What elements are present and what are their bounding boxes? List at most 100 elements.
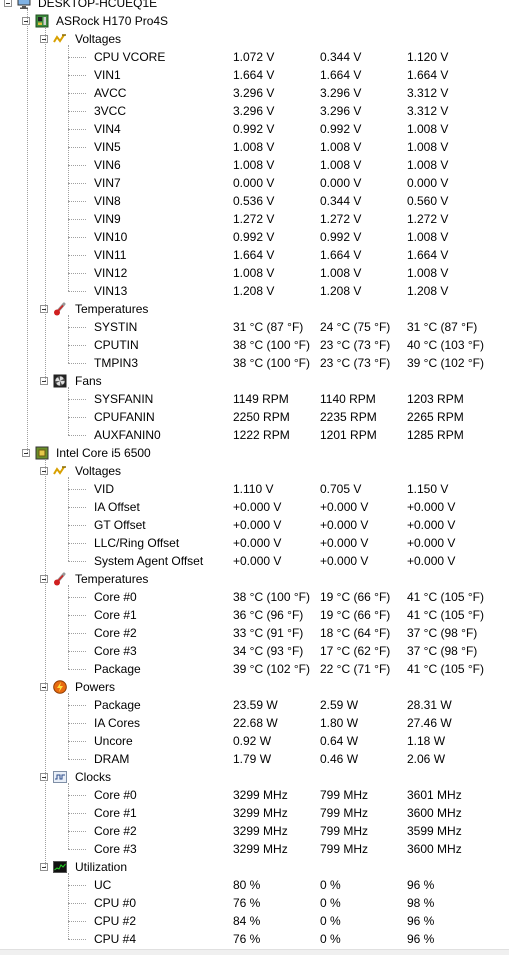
tree-connector — [68, 561, 86, 562]
sensor-value: 80 % — [233, 878, 261, 892]
sensor-row[interactable]: Package 39 °C (102 °F) 22 °C (71 °F) 41 °C … — [0, 660, 509, 678]
sensor-max: 3599 MHz — [407, 824, 462, 838]
sensor-name: Uncore — [94, 734, 133, 748]
sensor-row[interactable]: VIN8 0.536 V 0.344 V 0.560 V — [0, 192, 509, 210]
sensor-name: Package — [94, 662, 141, 676]
sensor-row[interactable]: GT Offset +0.000 V +0.000 V +0.000 V — [0, 516, 509, 534]
sensor-row[interactable]: TMPIN3 38 °C (100 °F) 23 °C (73 °F) 39 °C (… — [0, 354, 509, 372]
sensor-max: 41 °C (105 °F) — [407, 662, 484, 676]
sensor-max: 0.000 V — [407, 176, 449, 190]
sensor-value: 23.59 W — [233, 698, 278, 712]
cpu-icon — [35, 446, 49, 460]
sensor-row[interactable]: AUXFANIN0 1222 RPM 1201 RPM 1285 RPM — [0, 426, 509, 444]
sensor-value: +0.000 V — [233, 536, 282, 550]
tree-connector — [68, 903, 86, 904]
sensor-value: 39 °C (102 °F) — [233, 662, 310, 676]
sensor-row[interactable]: AVCC 3.296 V 3.296 V 3.312 V — [0, 84, 509, 102]
sensor-row[interactable]: VIN5 1.008 V 1.008 V 1.008 V — [0, 138, 509, 156]
sensor-row[interactable]: Uncore 0.92 W 0.64 W 1.18 W — [0, 732, 509, 750]
tree-node-powers[interactable]: Powers — [0, 678, 509, 696]
sensor-row[interactable]: LLC/Ring Offset +0.000 V +0.000 V +0.000 V — [0, 534, 509, 552]
sensor-row[interactable]: VID 1.110 V 0.705 V 1.150 V — [0, 480, 509, 498]
tree-node-utilization[interactable]: Utilization — [0, 858, 509, 876]
sensor-row[interactable]: IA Offset +0.000 V +0.000 V +0.000 V — [0, 498, 509, 516]
voltage-icon — [53, 32, 67, 46]
tree-node-clocks[interactable]: Clocks — [0, 768, 509, 786]
sensor-row[interactable]: CPU #0 76 % 0 % 98 % — [0, 894, 509, 912]
tree-node-temperatures[interactable]: Temperatures — [0, 300, 509, 318]
tree-connector — [68, 615, 86, 616]
sensor-name: AUXFANIN0 — [94, 428, 161, 442]
sensor-row[interactable]: System Agent Offset +0.000 V +0.000 V +0.00… — [0, 552, 509, 570]
sensor-row[interactable]: VIN9 1.272 V 1.272 V 1.272 V — [0, 210, 509, 228]
tree-connector — [44, 459, 46, 867]
tree-node-fans[interactable]: Fans — [0, 372, 509, 390]
node-label: DESKTOP-HCUEQ1E — [38, 0, 158, 10]
sensor-name: Core #2 — [94, 824, 137, 838]
sensor-row[interactable]: VIN13 1.208 V 1.208 V 1.208 V — [0, 282, 509, 300]
sensor-row[interactable]: VIN10 0.992 V 0.992 V 1.008 V — [0, 228, 509, 246]
sensor-row[interactable]: CPUTIN 38 °C (100 °F) 23 °C (73 °F) 40 °C (… — [0, 336, 509, 354]
sensor-max: 1.008 V — [407, 140, 449, 154]
sensor-row[interactable]: Core #2 33 °C (91 °F) 18 °C (64 °F) 37 °C (… — [0, 624, 509, 642]
sensor-row[interactable]: VIN1 1.664 V 1.664 V 1.664 V — [0, 66, 509, 84]
sensor-row[interactable]: SYSFANIN 1149 RPM 1140 RPM 1203 RPM — [0, 390, 509, 408]
collapse-toggle[interactable] — [4, 0, 12, 7]
sensor-row[interactable]: VIN12 1.008 V 1.008 V 1.008 V — [0, 264, 509, 282]
horizontal-scrollbar[interactable] — [0, 949, 509, 955]
sensor-min: 17 °C (62 °F) — [320, 644, 391, 658]
sensor-min: 0 % — [320, 932, 341, 946]
sensor-row[interactable]: Core #1 3299 MHz 799 MHz 3600 MHz — [0, 804, 509, 822]
tree-connector — [68, 759, 86, 760]
tree-node-intel-core-i5-6500[interactable]: Intel Core i5 6500 — [0, 444, 509, 462]
sensor-max: 37 °C (98 °F) — [407, 644, 478, 658]
sensor-value: 1.008 V — [233, 158, 275, 172]
tree-node-desktop-hcueq1e[interactable]: DESKTOP-HCUEQ1E — [0, 0, 509, 12]
sensor-row[interactable]: Core #3 34 °C (93 °F) 17 °C (62 °F) 37 °C (… — [0, 642, 509, 660]
tree-connector — [68, 723, 86, 724]
sensor-value: 1.008 V — [233, 266, 275, 280]
sensor-value: +0.000 V — [233, 518, 282, 532]
thermometer-icon — [53, 302, 67, 316]
tree-node-voltages[interactable]: Voltages — [0, 462, 509, 480]
sensor-row[interactable]: CPU #4 76 % 0 % 96 % — [0, 930, 509, 948]
sensor-row[interactable]: Package 23.59 W 2.59 W 28.31 W — [0, 696, 509, 714]
sensor-max: 3600 MHz — [407, 842, 462, 856]
sensor-row[interactable]: 3VCC 3.296 V 3.296 V 3.312 V — [0, 102, 509, 120]
sensor-row[interactable]: SYSTIN 31 °C (87 °F) 24 °C (75 °F) 31 °C (8… — [0, 318, 509, 336]
sensor-name: SYSTIN — [94, 320, 138, 334]
sensor-row[interactable]: Core #3 3299 MHz 799 MHz 3600 MHz — [0, 840, 509, 858]
tree-connector — [68, 585, 69, 669]
tree-connector — [68, 219, 86, 220]
sensor-row[interactable]: VIN7 0.000 V 0.000 V 0.000 V — [0, 174, 509, 192]
tree-connector — [68, 783, 69, 849]
tree-node-voltages[interactable]: Voltages — [0, 30, 509, 48]
sensor-row[interactable]: Core #0 38 °C (100 °F) 19 °C (66 °F) 41 °C … — [0, 588, 509, 606]
sensor-row[interactable]: DRAM 1.79 W 0.46 W 2.06 W — [0, 750, 509, 768]
tree-connector — [68, 543, 86, 544]
sensor-min: +0.000 V — [320, 536, 369, 550]
sensor-name: VIN8 — [94, 194, 121, 208]
sensor-row[interactable]: Core #2 3299 MHz 799 MHz 3599 MHz — [0, 822, 509, 840]
sensor-row[interactable]: CPU VCORE 1.072 V 0.344 V 1.120 V — [0, 48, 509, 66]
sensor-min: 23 °C (73 °F) — [320, 356, 391, 370]
sensor-row[interactable]: VIN11 1.664 V 1.664 V 1.664 V — [0, 246, 509, 264]
sensor-row[interactable]: Core #0 3299 MHz 799 MHz 3601 MHz — [0, 786, 509, 804]
sensor-name: VIN10 — [94, 230, 128, 244]
tree-connector — [68, 417, 86, 418]
tree-connector — [68, 399, 86, 400]
sensor-row[interactable]: CPUFANIN 2250 RPM 2235 RPM 2265 RPM — [0, 408, 509, 426]
tree-connector — [68, 237, 86, 238]
sensor-min: 1.008 V — [320, 140, 362, 154]
sensor-value: 33 °C (91 °F) — [233, 626, 304, 640]
tree-node-asrock-h170-pro4s[interactable]: ASRock H170 Pro4S — [0, 12, 509, 30]
sensor-row[interactable]: Core #1 36 °C (96 °F) 19 °C (66 °F) 41 °C (… — [0, 606, 509, 624]
sensor-row[interactable]: CPU #2 84 % 0 % 96 % — [0, 912, 509, 930]
sensor-max: 3.312 V — [407, 86, 449, 100]
sensor-row[interactable]: VIN6 1.008 V 1.008 V 1.008 V — [0, 156, 509, 174]
sensor-row[interactable]: UC 80 % 0 % 96 % — [0, 876, 509, 894]
tree-node-temperatures[interactable]: Temperatures — [0, 570, 509, 588]
sensor-row[interactable]: VIN4 0.992 V 0.992 V 1.008 V — [0, 120, 509, 138]
sensor-row[interactable]: IA Cores 22.68 W 1.80 W 27.46 W — [0, 714, 509, 732]
sensor-min: 0.000 V — [320, 176, 362, 190]
